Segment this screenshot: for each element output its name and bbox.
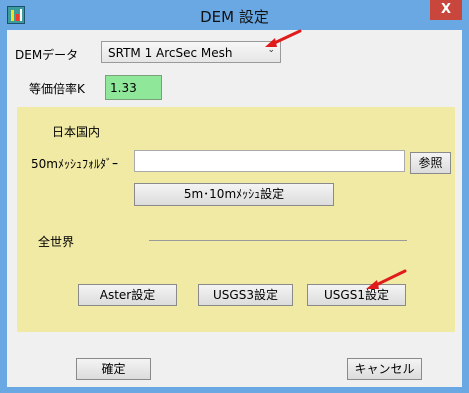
annotation-arrow-icon <box>265 29 302 47</box>
title-bar[interactable]: DEM 設定 X <box>0 0 469 30</box>
mesh-5m-10m-settings-label: 5m･10mﾒｯｼｭ設定 <box>183 187 285 201</box>
k-factor-input[interactable]: 1.33 <box>105 75 162 100</box>
mesh-folder-label: 50mﾒｯｼｭﾌｫﾙﾀﾞｰ <box>31 157 118 171</box>
cancel-button-label: キャンセル <box>354 362 415 376</box>
browse-button[interactable]: 参照 <box>410 152 451 174</box>
k-factor-value: 1.33 <box>110 81 137 95</box>
ok-button[interactable]: 確定 <box>76 358 151 380</box>
aster-settings-label: Aster設定 <box>99 288 156 302</box>
dem-data-combobox[interactable]: SRTM 1 ArcSec Mesh ⌄ <box>101 41 281 63</box>
ok-button-label: 確定 <box>101 362 126 376</box>
k-factor-label: 等価倍率K <box>29 82 85 96</box>
mesh-folder-input[interactable] <box>134 150 405 172</box>
dialog-body: DEMデータ SRTM 1 ArcSec Mesh ⌄ 等価倍率K 1.33 日… <box>7 30 462 387</box>
world-heading: 全世界 <box>38 235 75 249</box>
dem-settings-window: DEM 設定 X DEMデータ SRTM 1 ArcSec Mesh ⌄ 等価倍… <box>0 0 469 393</box>
browse-button-label: 参照 <box>418 156 443 170</box>
settings-panel: 日本国内 50mﾒｯｼｭﾌｫﾙﾀﾞｰ 参照 5m･10mﾒｯｼｭ設定 全世界 A… <box>17 107 455 332</box>
close-button[interactable]: X <box>430 0 462 20</box>
dem-data-selected: SRTM 1 ArcSec Mesh <box>108 46 233 60</box>
annotation-arrow-icon <box>366 269 407 289</box>
dem-data-label: DEMデータ <box>15 48 79 62</box>
usgs3-settings-button[interactable]: USGS3設定 <box>198 284 293 306</box>
usgs3-settings-label: USGS3設定 <box>213 288 278 302</box>
japan-heading: 日本国内 <box>52 125 101 139</box>
mesh-5m-10m-settings-button[interactable]: 5m･10mﾒｯｼｭ設定 <box>134 183 334 206</box>
aster-settings-button[interactable]: Aster設定 <box>78 284 177 306</box>
world-separator <box>149 240 407 241</box>
cancel-button[interactable]: キャンセル <box>347 358 422 380</box>
window-title: DEM 設定 <box>200 8 269 26</box>
